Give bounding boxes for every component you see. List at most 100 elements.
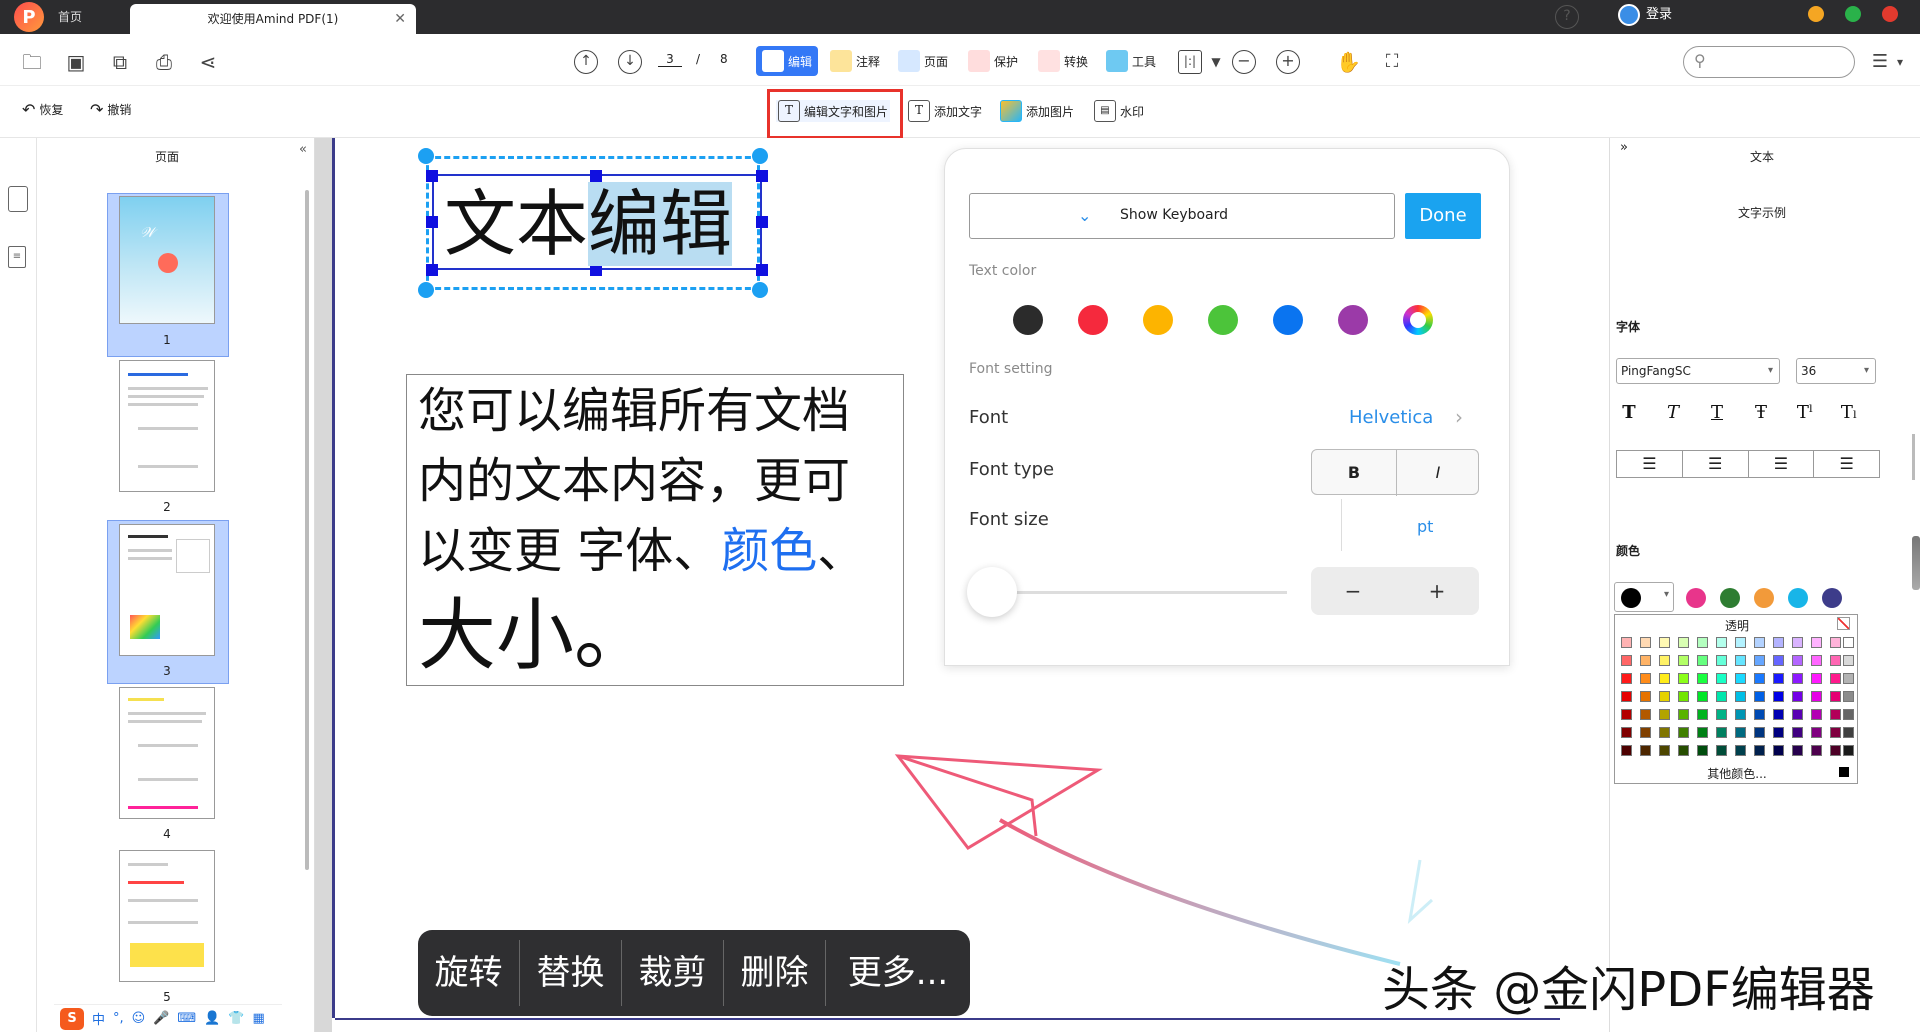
current-color-select[interactable]: ▾ xyxy=(1614,582,1674,612)
watermark-button[interactable]: ▤ 水印 xyxy=(1094,100,1144,122)
palette-cell[interactable] xyxy=(1621,691,1632,702)
palette-cell[interactable] xyxy=(1716,691,1727,702)
font-size-unit[interactable]: pt xyxy=(1417,517,1433,536)
palette-cell[interactable] xyxy=(1792,727,1803,738)
palette-cell[interactable] xyxy=(1830,709,1841,720)
tab-document[interactable]: 欢迎使用Amind PDF(1) ✕ xyxy=(130,4,416,34)
pages-panel-icon[interactable] xyxy=(8,186,28,212)
palette-cell[interactable] xyxy=(1621,745,1632,756)
palette-cell[interactable] xyxy=(1811,745,1822,756)
delete-button[interactable]: 删除 xyxy=(724,940,826,1006)
palette-cell-gray[interactable] xyxy=(1843,709,1854,720)
mode-tools[interactable]: 工具 xyxy=(1106,46,1156,76)
align-left-icon[interactable]: ☰ xyxy=(1617,451,1683,477)
palette-cell[interactable] xyxy=(1773,655,1784,666)
palette-cell[interactable] xyxy=(1678,745,1689,756)
color-swatch-black[interactable] xyxy=(1013,305,1043,335)
palette-cell[interactable] xyxy=(1659,673,1670,684)
resize-handle-tl[interactable] xyxy=(418,148,434,164)
page-up-icon[interactable]: ↑ xyxy=(574,50,598,74)
print-icon[interactable]: ⎙ xyxy=(152,50,176,74)
ime-menu-icon[interactable]: ▦ xyxy=(253,1011,265,1026)
palette-cell[interactable] xyxy=(1811,691,1822,702)
mode-convert[interactable]: 转换 xyxy=(1038,46,1088,76)
bold-button[interactable]: B xyxy=(1312,450,1396,496)
palette-cell[interactable] xyxy=(1678,709,1689,720)
show-keyboard-field[interactable]: ⌄ Show Keyboard xyxy=(969,193,1395,239)
font-size-select[interactable]: 36 ▾ xyxy=(1796,358,1876,384)
thumbnail-page-5[interactable] xyxy=(119,850,215,982)
palette-cell[interactable] xyxy=(1640,709,1651,720)
palette-cell[interactable] xyxy=(1659,637,1670,648)
ime-user-icon[interactable]: 👤 xyxy=(204,1011,220,1026)
palette-cell[interactable] xyxy=(1640,655,1651,666)
palette-cell[interactable] xyxy=(1830,673,1841,684)
zoom-out-icon[interactable]: − xyxy=(1232,50,1256,74)
palette-cell[interactable] xyxy=(1659,745,1670,756)
hand-icon[interactable]: ✋ xyxy=(1336,50,1361,74)
redo-button[interactable]: ↷ 撤销 xyxy=(90,100,131,119)
user-icon[interactable] xyxy=(1618,4,1640,26)
palette-cell[interactable] xyxy=(1697,673,1708,684)
quick-color-pink[interactable] xyxy=(1686,588,1706,608)
ime-keyboard-icon[interactable]: ⌨ xyxy=(177,1011,196,1026)
ime-chinese-icon[interactable]: 中 xyxy=(92,1009,105,1028)
palette-cell[interactable] xyxy=(1735,709,1746,720)
palette-cell[interactable] xyxy=(1678,673,1689,684)
palette-cell[interactable] xyxy=(1811,727,1822,738)
palette-cell[interactable] xyxy=(1811,673,1822,684)
ime-logo-icon[interactable]: S xyxy=(60,1007,84,1030)
outline-panel-icon[interactable]: ≡ xyxy=(8,246,26,268)
more-colors-option[interactable]: 其他颜色... xyxy=(1615,765,1859,782)
palette-cell[interactable] xyxy=(1621,709,1632,720)
palette-cell[interactable] xyxy=(1773,727,1784,738)
side-slider[interactable] xyxy=(1912,536,1920,590)
thumbnail-page-1[interactable]: 𝒲 xyxy=(119,196,215,324)
thumbnail-page-4[interactable] xyxy=(119,687,215,819)
palette-cell[interactable] xyxy=(1792,691,1803,702)
resize-handle-tr[interactable] xyxy=(752,148,768,164)
ime-emoji-icon[interactable]: ☺ xyxy=(132,1011,146,1026)
palette-cell[interactable] xyxy=(1811,709,1822,720)
palette-cell[interactable] xyxy=(1792,709,1803,720)
palette-cell[interactable] xyxy=(1830,727,1841,738)
palette-cell[interactable] xyxy=(1735,691,1746,702)
palette-cell-gray[interactable] xyxy=(1843,727,1854,738)
palette-cell[interactable] xyxy=(1754,673,1765,684)
no-color-icon[interactable] xyxy=(1837,617,1850,630)
align-center-icon[interactable]: ☰ xyxy=(1683,451,1749,477)
undo-button[interactable]: ↶ 恢复 xyxy=(22,100,63,119)
palette-cell[interactable] xyxy=(1716,673,1727,684)
text-handle-br[interactable] xyxy=(756,264,768,276)
palette-cell[interactable] xyxy=(1678,655,1689,666)
mode-page[interactable]: 页面 xyxy=(898,46,948,76)
search-input[interactable]: ⚲ xyxy=(1683,46,1855,78)
palette-cell[interactable] xyxy=(1773,673,1784,684)
save-as-icon[interactable]: ⧉ xyxy=(108,50,132,74)
add-image-button[interactable]: 添加图片 xyxy=(1000,100,1074,122)
palette-cell[interactable] xyxy=(1697,727,1708,738)
crop-button[interactable]: 裁剪 xyxy=(622,940,724,1006)
more-button[interactable]: 更多... xyxy=(826,940,970,1006)
transparent-option[interactable]: 透明 xyxy=(1615,617,1859,634)
help-icon[interactable]: ? xyxy=(1555,5,1579,29)
view-layout-icon[interactable]: |:| xyxy=(1178,50,1202,74)
resize-handle-br[interactable] xyxy=(752,282,768,298)
quick-color-green[interactable] xyxy=(1720,588,1740,608)
palette-cell[interactable] xyxy=(1621,637,1632,648)
palette-cell[interactable] xyxy=(1830,745,1841,756)
close-icon[interactable]: ✕ xyxy=(394,4,406,34)
zoom-in-icon[interactable]: + xyxy=(1276,50,1300,74)
palette-cell[interactable] xyxy=(1621,727,1632,738)
palette-cell[interactable] xyxy=(1811,655,1822,666)
palette-cell[interactable] xyxy=(1640,637,1651,648)
palette-cell[interactable] xyxy=(1697,745,1708,756)
palette-cell[interactable] xyxy=(1716,745,1727,756)
palette-cell[interactable] xyxy=(1773,709,1784,720)
page-current-input[interactable]: 3 xyxy=(658,52,682,67)
text-handle-tm[interactable] xyxy=(590,170,602,182)
fit-page-icon[interactable]: ⛶ xyxy=(1380,50,1404,74)
add-text-button[interactable]: T 添加文字 xyxy=(908,100,982,122)
palette-cell[interactable] xyxy=(1792,673,1803,684)
text-handle-tr[interactable] xyxy=(756,170,768,182)
